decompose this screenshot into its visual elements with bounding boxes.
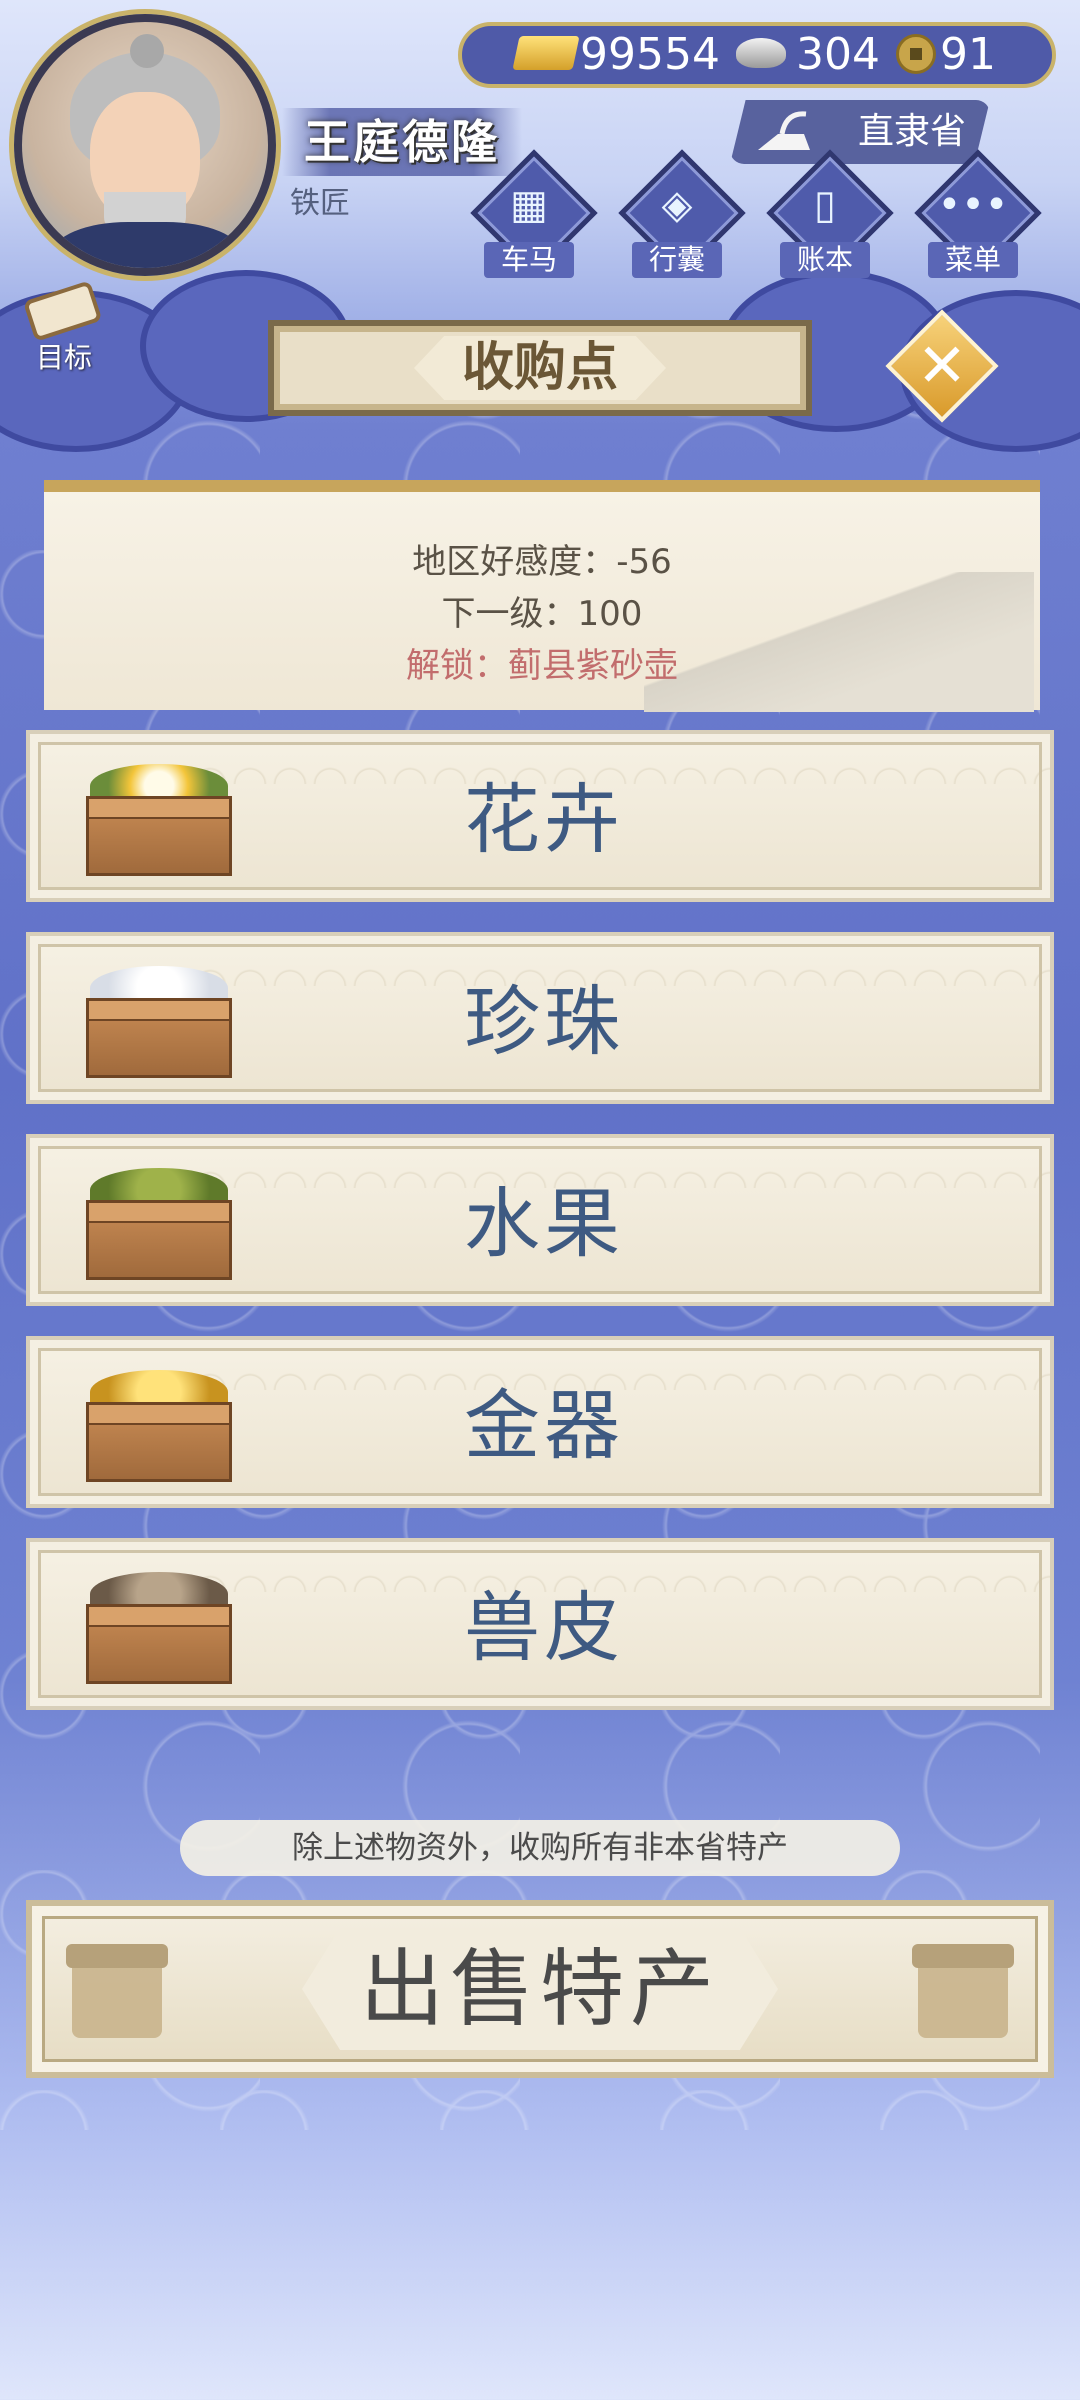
page-title: 收购点: [414, 336, 666, 400]
title-plaque: 收购点: [268, 320, 812, 416]
category-card-fruit[interactable]: 水果: [26, 1134, 1054, 1306]
silver-ingot-icon: [736, 38, 786, 68]
unlock-reward: 解锁：蓟县紫砂壶: [406, 646, 678, 686]
scroll-icon[interactable]: [18, 282, 108, 342]
next-level: 下一级：100: [441, 594, 643, 634]
menu-bundle-label: 行囊: [632, 242, 722, 278]
more-icon: •••: [937, 182, 1009, 228]
category-card-gold-items[interactable]: 金器: [26, 1336, 1054, 1508]
category-label: 珍珠: [464, 977, 624, 1066]
ledger-icon: ▯: [813, 182, 836, 228]
sell-button-label: 出售特产: [359, 1940, 720, 2038]
goal-label[interactable]: 目标: [24, 336, 104, 376]
silver-amount: 304: [796, 29, 880, 80]
category-label: 水果: [464, 1179, 624, 1268]
player-name: 王庭德隆: [282, 108, 522, 176]
player-title: 铁匠: [290, 186, 350, 221]
copper-coin-icon: [896, 34, 936, 74]
category-card-hides[interactable]: 兽皮: [26, 1538, 1054, 1710]
region-info-panel: 地区好感度：-56 下一级：100 解锁：蓟县紫砂壶: [44, 480, 1040, 712]
player-avatar[interactable]: [14, 14, 276, 276]
province-name: 直隶省: [857, 111, 966, 152]
purchase-notice: 除上述物资外，收购所有非本省特产: [180, 1820, 900, 1876]
menu-carriage-button[interactable]: ▦ 车马: [470, 149, 598, 278]
gold-amount: 99554: [580, 29, 720, 80]
carriage-icon: ▦: [510, 182, 548, 228]
menu-bundle-button[interactable]: ◈ 行囊: [618, 149, 746, 278]
menu-more-label: 菜单: [928, 242, 1018, 278]
sell-specialties-button[interactable]: 出售特产: [26, 1900, 1054, 2078]
menu-ledger-label: 账本: [780, 242, 870, 278]
bundle-icon: ◈: [661, 182, 693, 228]
category-card-pearls[interactable]: 珍珠: [26, 932, 1054, 1104]
gold-ingot-icon: [512, 36, 580, 70]
close-icon[interactable]: ✕: [902, 326, 982, 406]
menu-ledger-button[interactable]: ▯ 账本: [766, 149, 894, 278]
category-label: 兽皮: [464, 1583, 624, 1672]
menu-carriage-label: 车马: [484, 242, 574, 278]
category-label: 花卉: [464, 775, 624, 864]
region-favor: 地区好感度：-56: [412, 542, 672, 582]
category-label: 金器: [464, 1381, 624, 1470]
iron-icon: [758, 111, 810, 150]
coin-amount: 91: [940, 29, 996, 80]
category-card-flowers[interactable]: 花卉: [26, 730, 1054, 902]
menu-more-button[interactable]: ••• 菜单: [914, 149, 1042, 278]
